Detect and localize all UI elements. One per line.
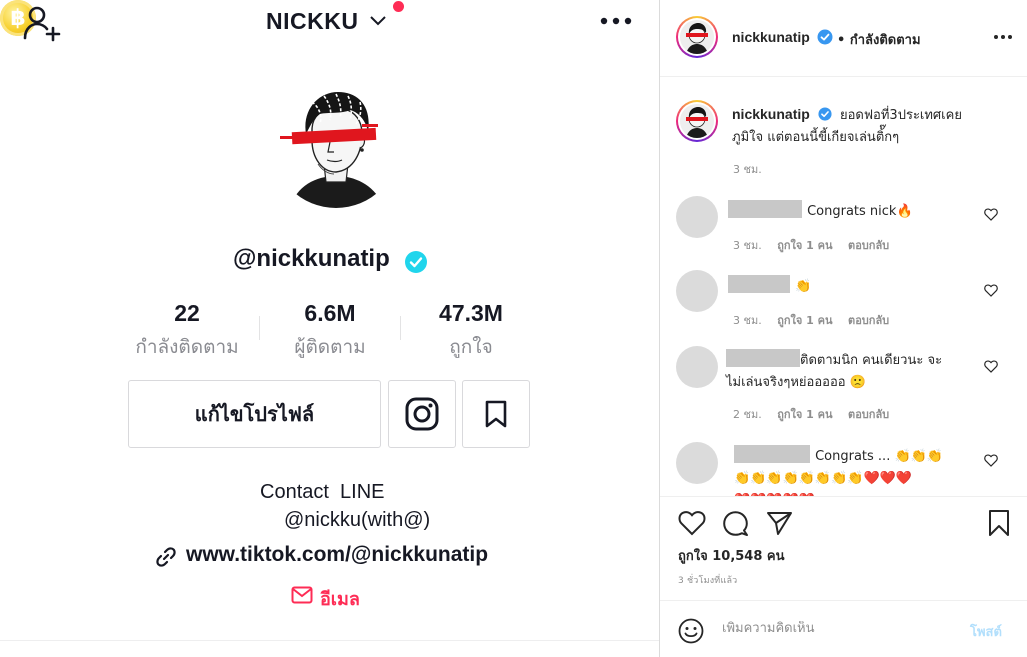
tiktok-profile-panel: ฿ NICKKU @nickkunatip 22 กำลังติดตาม 6.6… (0, 0, 659, 657)
reply-button[interactable]: ตอบกลับ (848, 314, 889, 327)
instagram-icon (405, 397, 439, 431)
comment-input[interactable] (722, 621, 952, 636)
profile-avatar[interactable] (272, 80, 400, 208)
stat-divider (259, 316, 260, 340)
redacted-username (726, 349, 800, 367)
add-user-icon[interactable] (22, 4, 62, 42)
verified-badge-icon (817, 29, 833, 45)
stat-divider (400, 316, 401, 340)
caption-text: ยอดฟอที่3ประเทศเคย (839, 108, 962, 123)
heart-icon[interactable] (984, 454, 998, 467)
redacted-username (728, 275, 790, 293)
comment-likes[interactable]: ถูกใจ 1 คน (777, 239, 832, 252)
header-username[interactable]: nickkunatip (732, 29, 810, 45)
bookmark-icon (485, 400, 507, 428)
edit-profile-button[interactable]: แก้ไขโปรไฟล์ (128, 380, 381, 448)
caption-time: 3 ชม. (733, 163, 762, 176)
heart-icon[interactable] (984, 208, 998, 221)
comment-time: 3 ชม. (733, 314, 762, 327)
following-count[interactable]: 22 (157, 300, 217, 327)
verified-badge-icon (818, 107, 832, 121)
bio-line: @nickku(with@) (284, 509, 431, 531)
heart-icon[interactable] (984, 360, 998, 373)
comment-meta: 3 ชม. ถูกใจ 1 คน ตอบกลับ (733, 311, 901, 329)
heart-icon[interactable] (984, 284, 998, 297)
redacted-username (728, 200, 802, 218)
likes-label: ถูกใจ (449, 336, 493, 358)
comment-time: 2 ชม. (733, 408, 762, 421)
mail-icon[interactable] (291, 586, 313, 604)
comment-text: Congrats ... 👏👏👏 (815, 449, 944, 464)
header-avatar[interactable] (676, 16, 718, 58)
save-bookmark-icon[interactable] (988, 509, 1010, 537)
comment-time: 3 ชม. (733, 239, 762, 252)
likes-count: 47.3M (439, 300, 503, 326)
link-icon (156, 547, 176, 567)
email-link[interactable]: อีเมล (320, 584, 360, 613)
caption-avatar[interactable] (676, 100, 718, 142)
comment-text: ติดตามนิก คนเดียวนะ จะ (800, 353, 943, 368)
notification-dot (393, 1, 404, 12)
comment-meta: 2 ชม. ถูกใจ 1 คน ตอบกลับ (733, 405, 901, 423)
comment: 👏 (728, 275, 811, 297)
post-time: 3 ชั่วโมงที่แล้ว (678, 576, 738, 586)
post-comment-button[interactable]: โพสต์ (970, 621, 1002, 642)
comment-meta: 3 ชม. ถูกใจ 1 คน ตอบกลับ (733, 236, 901, 254)
redacted-username (734, 445, 810, 463)
reply-button[interactable]: ตอบกลับ (848, 408, 889, 421)
comment: Congrats nick🔥 (728, 200, 913, 222)
comment-bubble-icon[interactable] (722, 510, 749, 537)
chevron-down-icon[interactable] (369, 15, 387, 27)
followers-label: ผู้ติดตาม (294, 336, 366, 358)
commenter-avatar[interactable] (676, 196, 718, 238)
more-options-icon[interactable] (598, 11, 634, 31)
add-comment-bar: โพสต์ (660, 600, 1027, 657)
emoji-icon[interactable] (678, 618, 704, 644)
comment-text: Congrats nick🔥 (807, 204, 913, 219)
profile-handle: @nickkunatip (233, 245, 390, 272)
instagram-link-button[interactable] (388, 380, 456, 448)
comment-likes[interactable]: ถูกใจ 1 คน (777, 314, 832, 327)
commenter-avatar[interactable] (676, 346, 718, 388)
following-status[interactable]: • กำลังติดตาม (837, 29, 921, 50)
comments-list[interactable]: nickkunatip ยอดฟอที่3ประเทศเคย ภูมิใจ แต… (660, 78, 1027, 496)
favorites-button[interactable] (462, 380, 530, 448)
comment-text: 👏 (795, 279, 812, 294)
commenter-avatar[interactable] (676, 270, 718, 312)
verified-badge-icon (405, 251, 427, 273)
bio-line: Contact LINE (260, 481, 385, 503)
comment: ติดตามนิก คนเดียวนะ จะ ไม่เล่นจริงๆหย่ออ… (726, 349, 976, 393)
top-username[interactable]: NICKKU (266, 8, 358, 35)
post-header: nickkunatip • กำลังติดตาม (660, 0, 1027, 77)
comment-text: 👏👏👏👏👏👏👏👏❤️❤️❤️ (734, 471, 913, 486)
post-actions: ถูกใจ 10,548 คน 3 ชั่วโมงที่แล้ว (660, 496, 1027, 600)
reply-button[interactable]: ตอบกลับ (848, 239, 889, 252)
comment-likes[interactable]: ถูกใจ 1 คน (777, 408, 832, 421)
more-options-icon[interactable] (992, 31, 1014, 43)
following-label: กำลังติดตาม (135, 336, 239, 358)
like-heart-icon[interactable] (678, 510, 706, 536)
caption: nickkunatip ยอดฟอที่3ประเทศเคย ภูมิใจ แต… (732, 104, 1022, 148)
instagram-post-panel: nickkunatip • กำลังติดตาม nickkunatip ยอ… (659, 0, 1027, 657)
comment: Congrats ... 👏👏👏 👏👏👏👏👏👏👏👏❤️❤️❤️ ❤️❤️❤️❤️… (734, 445, 974, 496)
caption-text: ภูมิใจ แต่ตอนนี้ขี้เกียจเล่นติ้๊กๆ (732, 130, 900, 145)
followers-count[interactable]: 6.6M (290, 300, 370, 327)
share-direct-icon[interactable] (766, 510, 793, 536)
profile-link[interactable]: www.tiktok.com/@nickkunatip (186, 543, 488, 567)
likes-count[interactable]: ถูกใจ 10,548 คน (678, 545, 785, 566)
caption-username[interactable]: nickkunatip (732, 106, 810, 122)
commenter-avatar[interactable] (676, 442, 718, 484)
comment-text: ไม่เล่นจริงๆหย่อออออ 🙁 (726, 375, 866, 390)
divider (0, 640, 659, 641)
